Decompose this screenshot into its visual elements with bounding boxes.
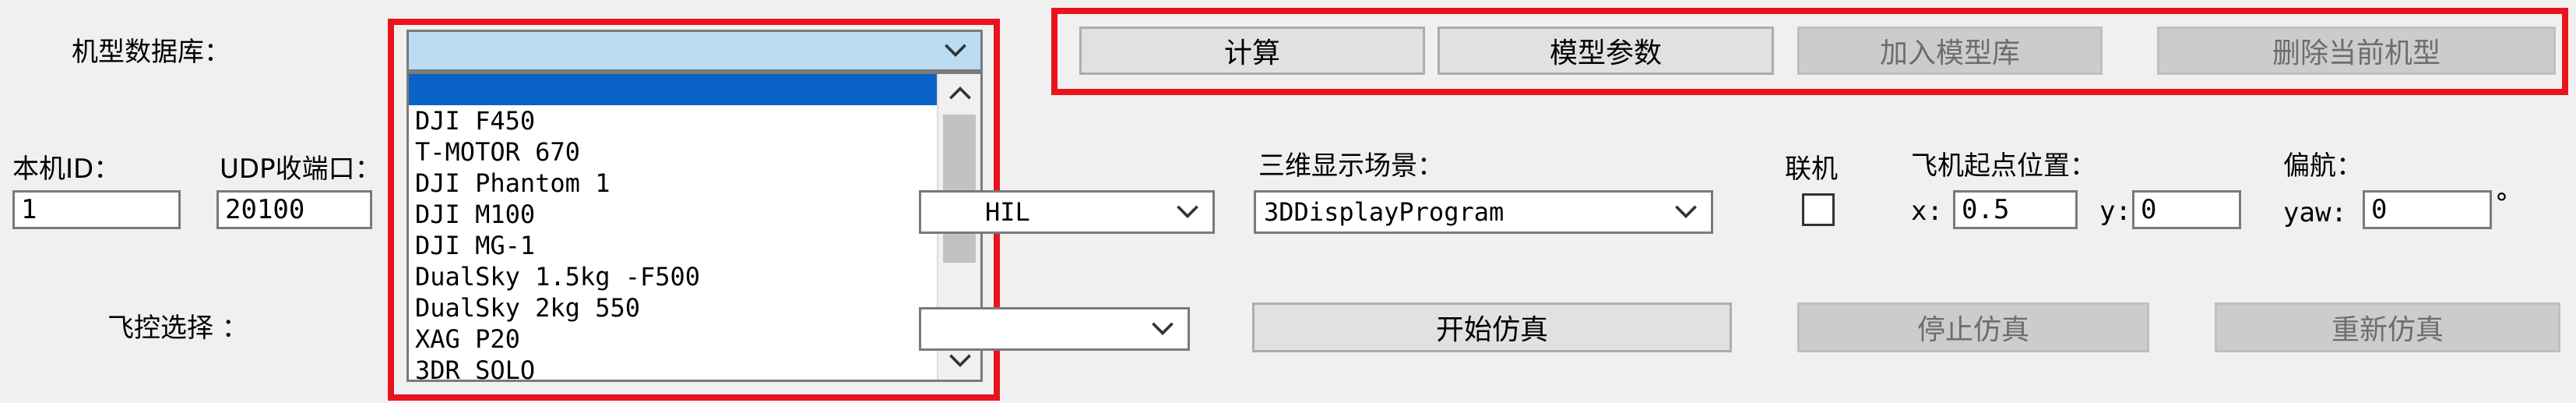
highlight-box-buttons <box>1051 8 2568 95</box>
chevron-down-icon <box>1177 205 1198 218</box>
restart-sim-button[interactable]: 重新仿真 <box>2215 302 2560 352</box>
chevron-down-icon <box>1675 205 1697 218</box>
udp-port-label: UDP收端口： <box>220 154 382 185</box>
scene3d-value: 3DDisplayProgram <box>1264 197 1504 227</box>
scene3d-combobox[interactable]: 3DDisplayProgram <box>1254 190 1713 234</box>
scene3d-label: 三维显示场景： <box>1258 150 1444 182</box>
start-sim-button[interactable]: 开始仿真 <box>1252 302 1732 352</box>
yaw-field-label: yaw: <box>2283 197 2347 228</box>
chevron-down-icon <box>1152 322 1174 335</box>
local-id-label: 本机ID： <box>12 154 121 185</box>
start-y-label: y: <box>2099 196 2131 227</box>
udp-port-input[interactable]: 20100 <box>216 190 372 229</box>
start-x-input[interactable]: 0.5 <box>1953 190 2078 229</box>
yaw-label: 偏航： <box>2283 150 2363 182</box>
model-db-label: 机型数据库： <box>72 37 231 68</box>
yaw-input[interactable]: 0 <box>2363 190 2492 229</box>
online-label: 联机 <box>1785 154 1838 185</box>
start-y-input[interactable]: 0 <box>2132 190 2241 229</box>
stop-sim-button[interactable]: 停止仿真 <box>1797 302 2149 352</box>
sim-mode-combobox[interactable]: HIL <box>919 190 1215 234</box>
flight-ctrl-combobox[interactable] <box>919 307 1190 351</box>
highlight-box-dropdown <box>388 19 1000 401</box>
flight-ctrl-label: 飞控选择 ： <box>107 313 248 344</box>
yaw-unit: ° <box>2495 188 2508 219</box>
local-id-input[interactable]: 1 <box>12 190 181 229</box>
online-checkbox[interactable] <box>1802 193 1835 226</box>
start-x-label: x: <box>1911 196 1943 227</box>
sim-mode-value: HIL <box>985 197 1030 227</box>
start-pos-label: 飞机起点位置： <box>1911 150 2096 182</box>
